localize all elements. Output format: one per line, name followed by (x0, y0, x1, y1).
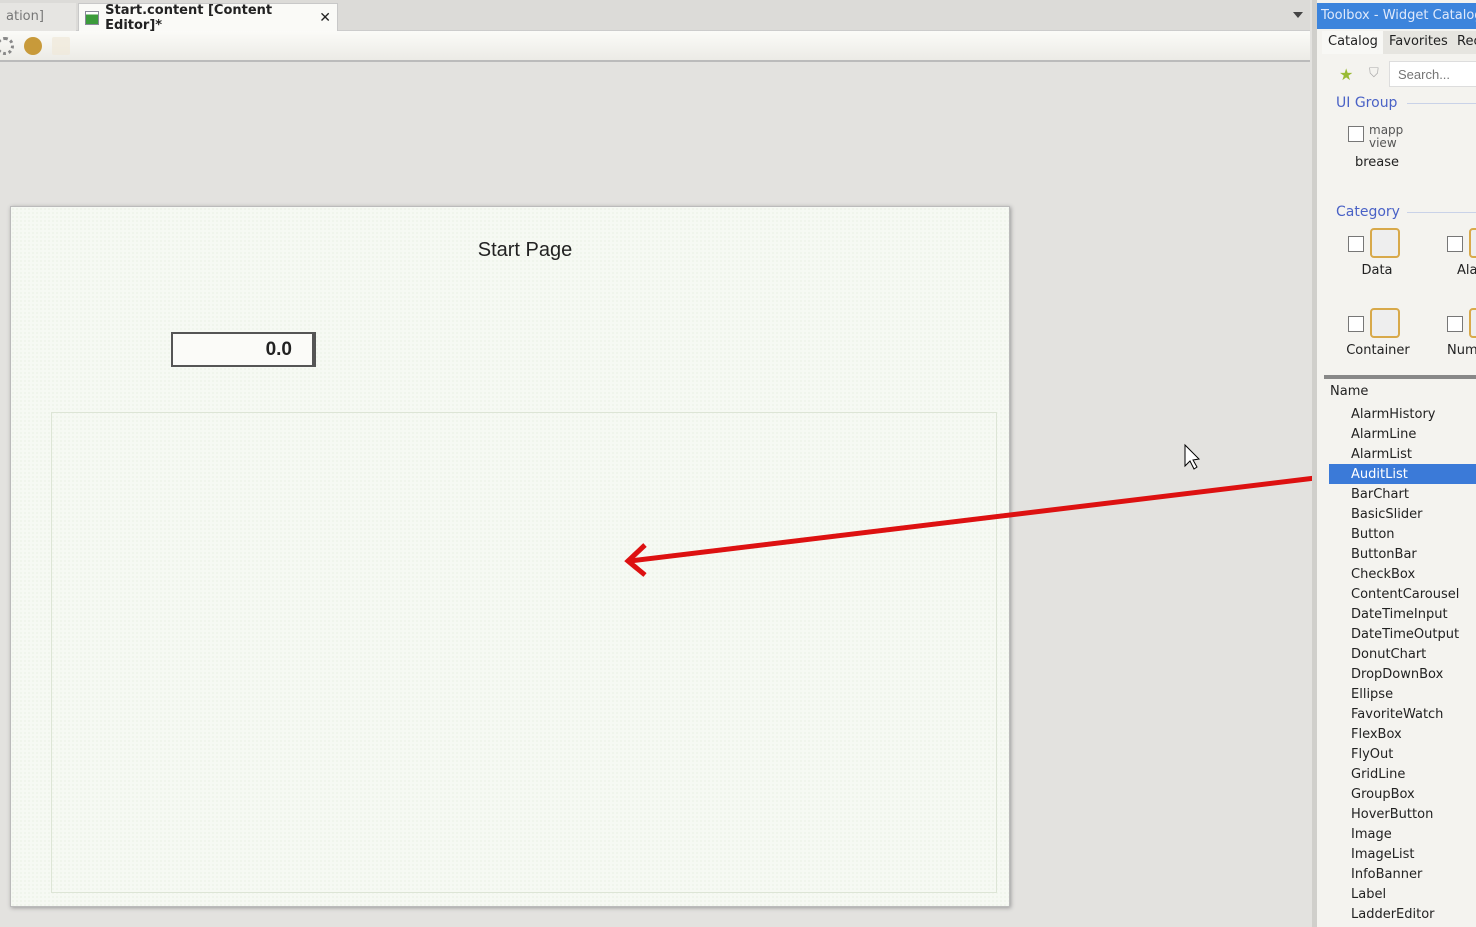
category-checkbox-container[interactable] (1348, 316, 1364, 332)
widget-list-item[interactable]: FavoriteWatch (1329, 704, 1476, 724)
widget-list-item[interactable]: CheckBox (1329, 564, 1476, 584)
mouse-cursor-icon (1184, 443, 1201, 470)
widget-list-item[interactable]: Ellipse (1329, 684, 1476, 704)
widget-list-item[interactable]: InfoBanner (1329, 864, 1476, 884)
widget-list-item[interactable]: ImageList (1329, 844, 1476, 864)
splitter[interactable] (1324, 375, 1476, 379)
widget-list-item[interactable]: AlarmHistory (1329, 404, 1476, 424)
ui-group-label: brease (1355, 155, 1400, 170)
category-checkbox-alarm[interactable] (1447, 236, 1463, 252)
widget-list-item[interactable]: GroupBox (1329, 784, 1476, 804)
list-header-name[interactable]: Name (1330, 384, 1368, 399)
category-data[interactable]: Data (1347, 263, 1407, 278)
category-checkbox-numeric[interactable] (1447, 316, 1463, 332)
search-input[interactable] (1389, 61, 1476, 87)
widget-list-item[interactable]: ContentCarousel (1329, 584, 1476, 604)
ui-group-checkbox[interactable] (1348, 126, 1364, 142)
toolbox-panel: Toolbox - Widget Catalog Catalog Favorit… (1312, 0, 1476, 927)
category-heading: Category (1336, 204, 1400, 220)
annotation-arrow (624, 443, 1341, 577)
container-icon (1370, 308, 1400, 338)
filter-icon[interactable]: ⛉ (1369, 66, 1379, 81)
widget-list-item[interactable]: BarChart (1329, 484, 1476, 504)
widget-list-item[interactable]: DonutChart (1329, 644, 1476, 664)
category-numeric[interactable]: Num (1447, 343, 1476, 358)
category-container[interactable]: Container (1343, 343, 1413, 358)
category-alarm[interactable]: Ala (1457, 263, 1476, 278)
tab-recent[interactable]: Rec (1451, 31, 1476, 54)
widget-list-item[interactable]: Button (1329, 524, 1476, 544)
widget-list-item[interactable]: AuditList (1329, 464, 1476, 484)
widget-list-item[interactable]: FlyOut (1329, 744, 1476, 764)
numeric-icon (1469, 308, 1476, 338)
widget-list-item[interactable]: AlarmList (1329, 444, 1476, 464)
widget-list-item[interactable]: DropDownBox (1329, 664, 1476, 684)
widget-list-item[interactable]: GridLine (1329, 764, 1476, 784)
widget-list-item[interactable]: LadderEditor (1329, 904, 1476, 924)
tab-favorites[interactable]: Favorites (1383, 31, 1454, 54)
widget-list-item[interactable]: DateTimeInput (1329, 604, 1476, 624)
tab-catalog[interactable]: Catalog (1322, 31, 1384, 54)
widget-list-item[interactable]: AlarmLine (1329, 424, 1476, 444)
add-favorite-icon[interactable]: ★ (1339, 65, 1353, 84)
database-icon (1370, 228, 1400, 258)
category-checkbox-data[interactable] (1348, 236, 1364, 252)
ui-group-heading: UI Group (1336, 95, 1398, 111)
widget-list-item[interactable]: Label (1329, 884, 1476, 904)
alarm-icon (1469, 228, 1476, 258)
widget-list-item[interactable]: FlexBox (1329, 724, 1476, 744)
mappview-logo: mapp view (1369, 123, 1404, 150)
widget-list: AlarmHistory AlarmLine AlarmList AuditList B… (1329, 404, 1476, 924)
widget-list-item[interactable]: BasicSlider (1329, 504, 1476, 524)
widget-list-item[interactable]: Image (1329, 824, 1476, 844)
widget-list-item[interactable]: ButtonBar (1329, 544, 1476, 564)
widget-list-item[interactable]: DateTimeOutput (1329, 624, 1476, 644)
toolbox-title: Toolbox - Widget Catalog (1317, 3, 1476, 29)
widget-list-item[interactable]: HoverButton (1329, 804, 1476, 824)
